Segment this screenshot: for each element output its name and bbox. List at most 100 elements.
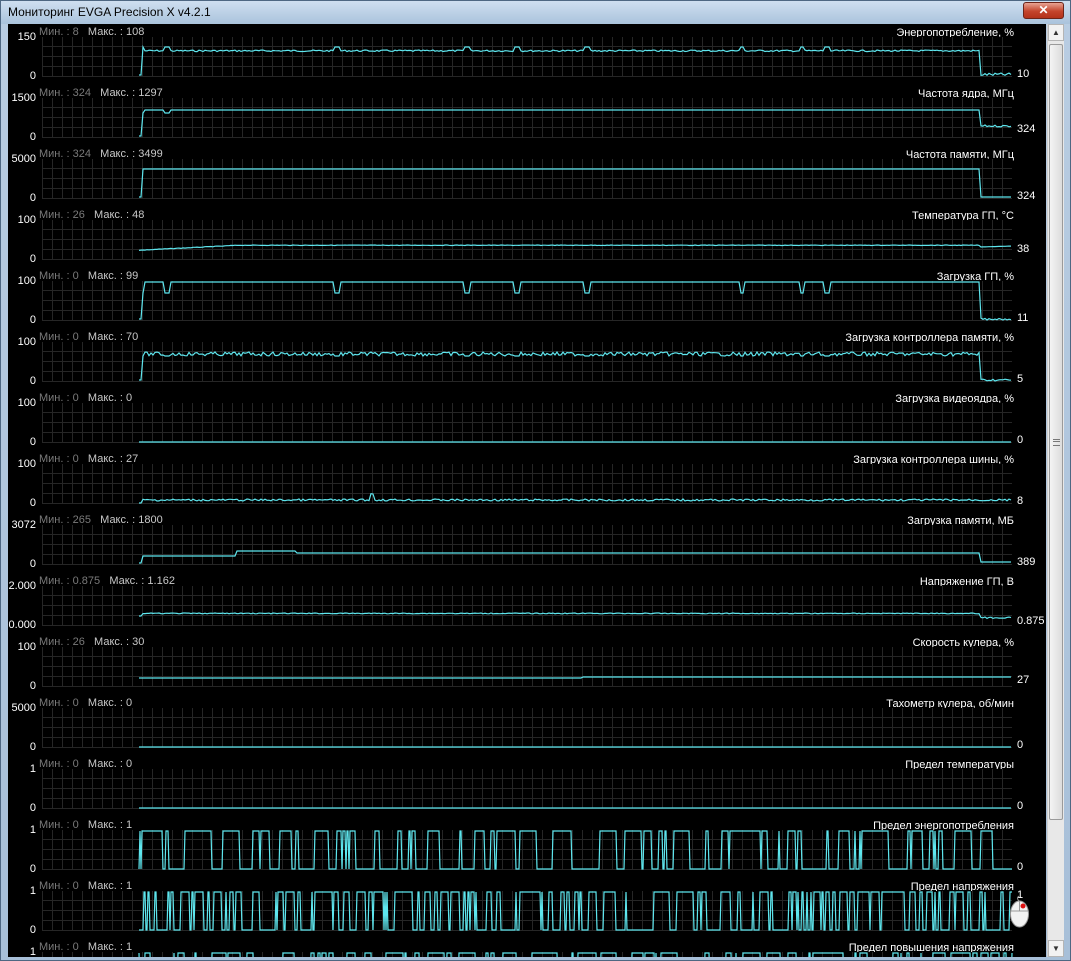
- graph-plot: [42, 525, 1012, 565]
- graph-panel[interactable]: Мин. : 324 Макс. : 3499 Частота памяти, М…: [8, 148, 1046, 209]
- graph-panel[interactable]: Мин. : 0 Макс. : 0 Тахометр кулера, об/ми…: [8, 697, 1046, 758]
- current-value: 27: [1017, 674, 1030, 686]
- y-min-tick: 0: [29, 314, 36, 326]
- y-min-tick: 0: [29, 802, 36, 814]
- graph-plot: [42, 952, 1013, 957]
- graph-plot: [42, 769, 1012, 809]
- graph-line: [139, 891, 1012, 931]
- graph-line-svg: [139, 168, 1011, 198]
- current-value: 8: [1017, 495, 1024, 507]
- graph-plot: [42, 586, 1012, 626]
- graph-panel[interactable]: Мин. : 0 Макс. : 27 Загрузка контроллера …: [8, 453, 1046, 514]
- current-value: 10: [1017, 68, 1030, 80]
- graph-line-svg: [139, 441, 1011, 443]
- graph-panel[interactable]: Мин. : 8 Макс. : 108 Энергопотребление, %…: [8, 26, 1046, 87]
- graph-line: [139, 168, 1011, 198]
- graph-line: [139, 281, 1012, 321]
- graph-panel[interactable]: Мин. : 26 Макс. : 30 Скорость кулера, % 10…: [8, 636, 1046, 697]
- current-value: 5: [1017, 373, 1024, 385]
- graph-line-svg: [139, 807, 1011, 809]
- graph-panel[interactable]: Мин. : 0 Макс. : 0 Предел температуры 1 0 0: [8, 758, 1046, 819]
- grip-icon: [1053, 439, 1060, 446]
- graph-plot: [42, 37, 1012, 77]
- y-max-tick: 1: [29, 885, 36, 897]
- y-max-tick: 5000: [11, 702, 36, 714]
- graph-plot: [42, 708, 1012, 748]
- graph-line-svg: [139, 281, 1012, 321]
- graph-plot: [42, 220, 1012, 260]
- current-value: 11: [1017, 312, 1029, 324]
- current-value: 0: [1017, 861, 1024, 873]
- y-min-tick: 0: [29, 131, 36, 143]
- mouse-icon: [1010, 895, 1029, 928]
- y-max-tick: 100: [17, 275, 36, 287]
- graph-panel[interactable]: Мин. : 0 Макс. : 1 Предел повышения напря…: [8, 941, 1046, 957]
- monitoring-window: Мониторинг EVGA Precision X v4.2.1 ✕ Мин…: [0, 0, 1071, 961]
- scroll-thumb[interactable]: [1049, 44, 1063, 820]
- current-value: 0: [1017, 800, 1024, 812]
- graph-line-svg: [138, 830, 1012, 870]
- y-max-tick: 3072: [11, 519, 36, 531]
- graph-plot: [42, 464, 1012, 504]
- window-title: Мониторинг EVGA Precision X v4.2.1: [8, 5, 211, 19]
- y-min-tick: 0: [29, 924, 36, 936]
- graph-line-svg: [139, 109, 1012, 137]
- graph-line: [138, 830, 1012, 870]
- graph-line: [138, 244, 1011, 251]
- current-value: 0: [1017, 739, 1024, 751]
- graph-panel[interactable]: Мин. : 26 Макс. : 48 Температура ГП, °C 10…: [8, 209, 1046, 270]
- graph-line-svg: [139, 891, 1012, 931]
- graph-line-svg: [139, 550, 1011, 564]
- graph-panel[interactable]: Мин. : 0 Макс. : 70 Загрузка контроллера …: [8, 331, 1046, 392]
- graph-plot: [42, 403, 1012, 443]
- y-min-tick: 0.000: [8, 619, 36, 631]
- graph-line-svg: [139, 44, 1012, 77]
- graph-plot: [42, 342, 1012, 382]
- y-max-tick: 100: [17, 641, 36, 653]
- y-max-tick: 1: [29, 946, 36, 957]
- current-value: 389: [1017, 556, 1036, 568]
- vertical-scrollbar[interactable]: ▲ ▼: [1047, 24, 1064, 957]
- graph-panel[interactable]: Мин. : 0 Макс. : 1 Предел энергопотреблен…: [8, 819, 1046, 880]
- graph-panel[interactable]: Мин. : 0 Макс. : 0 Загрузка видеоядра, % 1…: [8, 392, 1046, 453]
- y-max-tick: 5000: [11, 153, 36, 165]
- y-min-tick: 0: [29, 192, 36, 204]
- scroll-down-button[interactable]: ▼: [1048, 940, 1064, 957]
- y-max-tick: 100: [17, 214, 36, 226]
- current-value: 38: [1017, 243, 1030, 256]
- graphs-area[interactable]: Мин. : 8 Макс. : 108 Энергопотребление, %…: [8, 24, 1046, 957]
- title-bar[interactable]: Мониторинг EVGA Precision X v4.2.1 ✕: [1, 1, 1070, 24]
- graph-plot: [42, 891, 1012, 931]
- scroll-up-button[interactable]: ▲: [1048, 24, 1064, 41]
- graph-plot: [42, 647, 1012, 687]
- current-value: 324: [1017, 190, 1036, 202]
- graph-panel[interactable]: Мин. : 324 Макс. : 1297 Частота ядра, МГц…: [8, 87, 1046, 148]
- graph-line: [139, 676, 1011, 679]
- graph-panel[interactable]: Мин. : 265 Макс. : 1800 Загрузка памяти, …: [8, 514, 1046, 575]
- graph-line-svg: [139, 676, 1011, 679]
- graph-panel[interactable]: Мин. : 0 Макс. : 1 Предел напряжения 1 0 1: [8, 880, 1046, 941]
- y-min-tick: 0: [29, 436, 36, 448]
- current-value: 324: [1017, 123, 1036, 136]
- y-max-tick: 1500: [11, 92, 36, 104]
- graph-plot: [42, 98, 1012, 138]
- graph-line-svg: [139, 746, 1011, 748]
- graph-line-svg: [139, 350, 1012, 382]
- graph-line: [139, 550, 1011, 564]
- graph-line: [138, 952, 1013, 957]
- y-max-tick: 100: [17, 458, 36, 470]
- close-button[interactable]: ✕: [1023, 2, 1064, 19]
- graph-line: [139, 612, 1012, 620]
- y-max-tick: 2.000: [8, 580, 36, 592]
- graph-line: [139, 493, 1012, 504]
- y-min-tick: 0: [29, 680, 36, 692]
- graph-panel[interactable]: Мин. : 0 Макс. : 99 Загрузка ГП, % 100 0 11: [8, 270, 1046, 331]
- graph-plot: [42, 159, 1012, 199]
- y-max-tick: 1: [29, 763, 36, 775]
- current-value: 0: [1017, 434, 1024, 446]
- graph-line: [139, 350, 1012, 382]
- y-min-tick: 0: [29, 375, 36, 387]
- graph-panel[interactable]: Мин. : 0.875 Макс. : 1.162 Напряжение ГП,…: [8, 575, 1046, 636]
- graph-line-svg: [138, 244, 1011, 251]
- y-min-tick: 0: [29, 558, 36, 570]
